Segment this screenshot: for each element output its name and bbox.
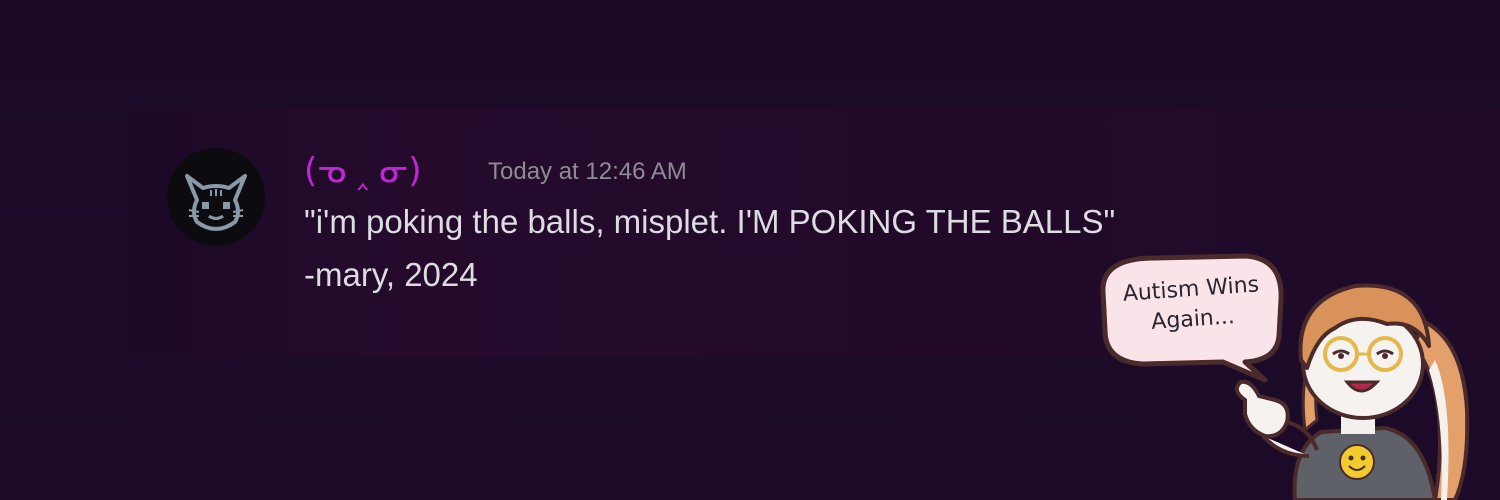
speech-bubble-text: Autism Wins Again...: [1110, 269, 1274, 340]
message-timestamp: Today at 12:46 AM: [488, 158, 687, 185]
message-line-1: "i'm poking the balls, misplet. I'M POKI…: [304, 203, 1116, 240]
cat-avatar-icon: [167, 148, 265, 246]
user-avatar[interactable]: [167, 148, 265, 246]
username[interactable]: (ᓀ ‸ ᓂ): [304, 147, 422, 195]
message-line-2: -mary, 2024: [304, 256, 478, 293]
